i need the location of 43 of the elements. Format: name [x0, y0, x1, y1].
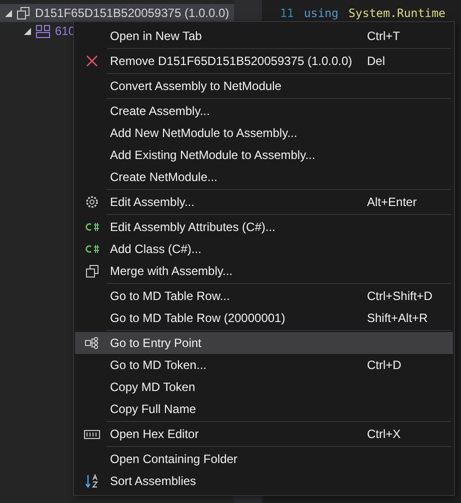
menu-item[interactable]: Go to Entry Point: [75, 332, 453, 354]
shortcut-text: Alt+Enter: [367, 195, 418, 209]
menu-item[interactable]: Merge with Assembly...: [75, 260, 453, 282]
shortcut-text: Ctrl+Shift+D: [367, 289, 434, 303]
menu-item[interactable]: Create Assembly...: [75, 100, 453, 122]
menu-item[interactable]: Open Hex Editor Ctrl+X: [75, 423, 453, 445]
csharp-icon: [84, 244, 100, 254]
expand-arrow-icon: [5, 10, 12, 16]
shortcut-text: Ctrl+D: [367, 358, 402, 372]
hierarchy-icon: [85, 337, 99, 349]
menu-item[interactable]: Edit Assembly... Alt+Enter: [75, 191, 453, 213]
menu-item[interactable]: Copy MD Token: [75, 376, 453, 398]
csharp-icon: [84, 222, 100, 232]
stacked-squares-icon: [17, 6, 30, 20]
gear-icon: [85, 195, 99, 209]
binary-icon: [84, 430, 100, 438]
shortcut-text: Ctrl+T: [367, 29, 401, 43]
menu-item[interactable]: Add Class (C#)...: [75, 238, 453, 260]
menu-item[interactable]: Go to MD Table Row (20000001) Shift+Alt+R: [75, 307, 453, 329]
line-number: 11: [280, 6, 294, 20]
menu-item[interactable]: Edit Assembly Attributes (C#)...: [75, 216, 453, 238]
module-icon: [36, 24, 50, 38]
sort-icon: [85, 474, 99, 488]
menu-item[interactable]: Add New NetModule to Assembly...: [75, 122, 453, 144]
code-keyword: using: [304, 6, 338, 20]
expand-arrow-icon: [24, 28, 31, 34]
stacked-squares-icon: [86, 264, 98, 278]
code-namespace: System.Runtime: [348, 6, 446, 20]
menu-item[interactable]: Open Containing Folder: [75, 448, 453, 470]
menu-item[interactable]: Go to MD Token... Ctrl+D: [75, 354, 453, 376]
menu-item[interactable]: Go to MD Table Row... Ctrl+Shift+D: [75, 285, 453, 307]
menu-item[interactable]: Sort Assemblies: [75, 470, 453, 492]
shortcut-text: Del: [367, 54, 386, 68]
menu-item[interactable]: Create NetModule...: [75, 166, 453, 188]
menu-item[interactable]: Add Existing NetModule to Assembly...: [75, 144, 453, 166]
menu-item[interactable]: Open in New Tab Ctrl+T: [75, 25, 453, 47]
shortcut-text: Shift+Alt+R: [367, 311, 429, 325]
menu-item[interactable]: Copy Full Name: [75, 398, 453, 420]
shortcut-text: Ctrl+X: [367, 427, 402, 441]
tree-item[interactable]: D151F65D151B520059375 (1.0.0.0): [0, 4, 234, 22]
menu-item[interactable]: Convert Assembly to NetModule: [75, 75, 453, 97]
menu-item[interactable]: Remove D151F65D151B520059375 (1.0.0.0) Del: [75, 50, 453, 72]
close-icon: [86, 55, 98, 67]
